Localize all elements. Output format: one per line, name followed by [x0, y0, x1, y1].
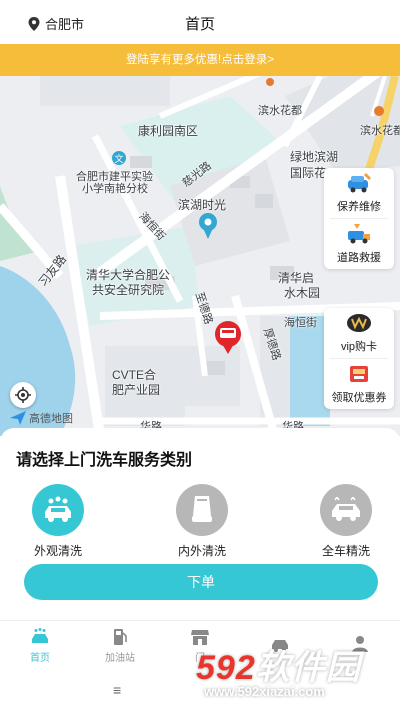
service-label: 外观清洗	[33, 544, 82, 558]
coupon-icon	[350, 366, 368, 382]
map-label: 滨水花都	[360, 125, 400, 137]
map-label: 小学南艳分校	[82, 183, 148, 195]
repair-shortcut[interactable]: 保养维修	[324, 168, 394, 218]
map-view[interactable]: 文 康利园南区 滨水花都 滨水花都 绿地滨湖 国际花 合肥市建平实验 小学南艳分…	[0, 76, 400, 436]
page-title: 首页	[184, 16, 215, 33]
repair-label: 保养维修	[337, 201, 381, 213]
svg-text:文: 文	[114, 153, 123, 165]
service-label: 全车精洗	[321, 544, 370, 558]
watermark: 592软件园 www.592xiazai.com	[196, 640, 396, 708]
tab-home[interactable]: 首页	[0, 621, 80, 670]
service-icon-wrap	[32, 484, 84, 536]
map-label: 肥产业园	[112, 383, 161, 397]
rescue-label: 道路救援	[337, 252, 381, 264]
service-option-interior[interactable]: 内外清洗	[162, 484, 242, 559]
map-label: 康利园南区	[138, 124, 199, 138]
map-label: 滨水花都	[258, 105, 302, 117]
place-order-button[interactable]: 下单	[24, 564, 378, 600]
service-sheet: 请选择上门洗车服务类别 外观清洗 内外清洗 全车精洗 下单	[0, 428, 400, 620]
vip-icon	[347, 314, 371, 332]
tab-label: 加油站	[105, 652, 135, 664]
map-label: 共安全研究院	[92, 283, 165, 297]
rescue-icon	[348, 224, 370, 244]
repair-icon	[348, 172, 372, 193]
map-label: 绿地滨湖	[290, 150, 339, 164]
menu-icon[interactable]: ≡	[113, 682, 121, 698]
map-label: 滨湖时光	[178, 198, 227, 212]
service-option-full[interactable]: 全车精洗	[306, 484, 386, 559]
tab-gas-station[interactable]: 加油站	[80, 621, 160, 670]
coupon-label: 领取优惠券	[331, 392, 387, 404]
service-icon-wrap	[320, 484, 372, 536]
exterior-wash-icon	[45, 496, 71, 522]
interior-wash-icon	[192, 496, 212, 522]
service-option-exterior[interactable]: 外观清洗	[18, 484, 98, 559]
car-wash-icon	[32, 627, 48, 643]
top-bar: 合肥市 首页	[0, 0, 400, 44]
watermark-name: 软件园	[255, 649, 361, 687]
login-banner[interactable]: 登陆享有更多优惠!点击登录>	[0, 44, 400, 76]
map-label: 海恒街	[284, 317, 317, 329]
full-detail-icon	[332, 497, 360, 521]
map-logo-text: 高德地图	[29, 413, 73, 425]
service-icon-wrap	[176, 484, 228, 536]
map-attribution: 高德地图	[10, 410, 73, 426]
tab-label: 首页	[30, 652, 50, 664]
rescue-shortcut[interactable]: 道路救援	[324, 219, 394, 269]
amap-logo-icon	[10, 411, 26, 425]
crosshair-icon	[15, 387, 31, 403]
watermark-url: www.592xiazai.com	[204, 684, 325, 699]
gas-station-icon	[114, 628, 127, 645]
sheet-title: 请选择上门洗车服务类别	[16, 452, 193, 469]
promo-shortcut-card: vip购卡 领取优惠券	[324, 308, 394, 409]
vip-shortcut[interactable]: vip购卡	[324, 308, 394, 358]
locate-button[interactable]	[10, 382, 36, 408]
map-label: 水木园	[284, 286, 321, 300]
vip-label: vip购卡	[340, 341, 378, 353]
service-label: 内外清洗	[177, 544, 226, 558]
watermark-number: 592	[196, 649, 256, 687]
service-shortcut-card: 保养维修 道路救援	[324, 168, 394, 269]
map-label: 国际花	[290, 166, 327, 180]
watermark-brand: 592软件园	[196, 640, 361, 689]
coupon-shortcut[interactable]: 领取优惠券	[324, 359, 394, 409]
